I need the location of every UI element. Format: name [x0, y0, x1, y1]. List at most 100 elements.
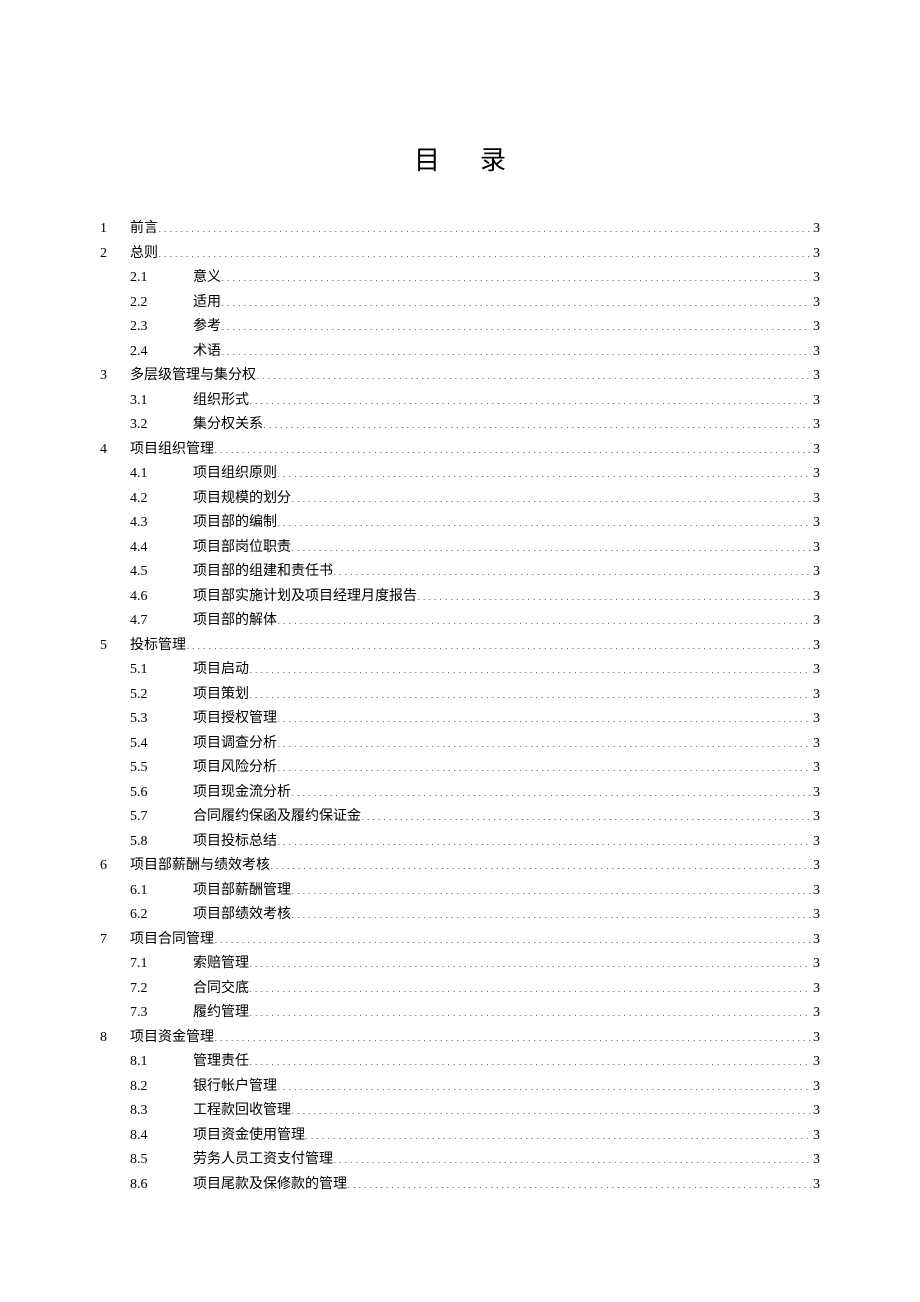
toc-subsection-number: 4.2 — [130, 487, 193, 512]
toc-entry-title: 项目部的组建和责任书 — [193, 560, 333, 585]
toc-page-number: 3 — [811, 683, 820, 708]
toc-leader-dots — [214, 1027, 811, 1041]
toc-leader-dots — [221, 341, 811, 355]
toc-entry-title: 项目授权管理 — [193, 707, 277, 732]
toc-section-number: 1 — [100, 217, 130, 242]
toc-leader-dots — [249, 659, 811, 673]
toc-entry: 6.2项目部绩效考核3 — [100, 903, 820, 928]
toc-entry-title: 适用 — [193, 291, 221, 316]
toc-entry: 5.2项目策划3 — [100, 683, 820, 708]
toc-page-number: 3 — [811, 1026, 820, 1051]
toc-leader-dots — [158, 243, 811, 257]
toc-entry-title: 投标管理 — [130, 634, 186, 659]
toc-page-number: 3 — [811, 217, 820, 242]
toc-page-number: 3 — [811, 266, 820, 291]
toc-entry: 6.1项目部薪酬管理3 — [100, 879, 820, 904]
toc-entry-title: 项目部实施计划及项目经理月度报告 — [193, 585, 417, 610]
toc-entry-title: 项目投标总结 — [193, 830, 277, 855]
toc-entry-title: 银行帐户管理 — [193, 1075, 277, 1100]
toc-entry: 8.4项目资金使用管理 3 — [100, 1124, 820, 1149]
toc-section-number: 4 — [100, 438, 130, 463]
toc-entry-title: 项目部的编制 — [193, 511, 277, 536]
toc-page-number: 3 — [811, 658, 820, 683]
toc-page-number: 3 — [811, 732, 820, 757]
toc-subsection-number: 8.4 — [130, 1124, 193, 1149]
toc-leader-dots — [277, 1076, 811, 1090]
toc-page-number: 3 — [811, 511, 820, 536]
toc-subsection-number: 6.2 — [130, 903, 193, 928]
toc-entry: 4.5项目部的组建和责任书3 — [100, 560, 820, 585]
toc-page-number: 3 — [811, 560, 820, 585]
toc-page-number: 3 — [811, 389, 820, 414]
toc-leader-dots — [270, 855, 811, 869]
toc-leader-dots — [186, 635, 811, 649]
toc-leader-dots — [347, 1174, 811, 1188]
toc-page-number: 3 — [811, 707, 820, 732]
toc-leader-dots — [249, 953, 811, 967]
toc-entry: 5.4项目调查分析3 — [100, 732, 820, 757]
toc-leader-dots — [256, 365, 811, 379]
toc-page-number: 3 — [811, 242, 820, 267]
toc-page-number: 3 — [811, 1075, 820, 1100]
toc-subsection-number: 2.3 — [130, 315, 193, 340]
toc-entry: 4.7项目部的解体3 — [100, 609, 820, 634]
toc-entry-title: 合同交底 — [193, 977, 249, 1002]
toc-leader-dots — [291, 537, 811, 551]
toc-subsection-number: 5.3 — [130, 707, 193, 732]
toc-entry-title: 集分权关系 — [193, 413, 263, 438]
toc-entry-title: 项目组织原则 — [193, 462, 277, 487]
toc-page-number: 3 — [811, 1124, 820, 1149]
toc-leader-dots — [249, 684, 811, 698]
toc-entry: 7.1索赔管理3 — [100, 952, 820, 977]
toc-entry-title: 索赔管理 — [193, 952, 249, 977]
toc-page-number: 3 — [811, 438, 820, 463]
toc-entry: 2.1意义3 — [100, 266, 820, 291]
toc-entry: 2.4术语3 — [100, 340, 820, 365]
toc-leader-dots — [221, 292, 811, 306]
toc-subsection-number: 4.7 — [130, 609, 193, 634]
toc-entry-title: 项目启动 — [193, 658, 249, 683]
toc-entry: 4.3项目部的编制3 — [100, 511, 820, 536]
toc-leader-dots — [249, 1051, 811, 1065]
toc-section-number: 7 — [100, 928, 130, 953]
toc-leader-dots — [221, 267, 811, 281]
toc-entry: 2.2适用3 — [100, 291, 820, 316]
toc-entry-title: 前言 — [130, 217, 158, 242]
toc-subsection-number: 4.6 — [130, 585, 193, 610]
toc-entry-title: 合同履约保函及履约保证金 — [193, 805, 361, 830]
toc-entry: 7项目合同管理 3 — [100, 928, 820, 953]
toc-entry: 8.6项目尾款及保修款的管理3 — [100, 1173, 820, 1198]
toc-entry-title: 履约管理 — [193, 1001, 249, 1026]
toc-leader-dots — [158, 218, 811, 232]
toc-entry: 6项目部薪酬与绩效考核 3 — [100, 854, 820, 879]
toc-subsection-number: 3.1 — [130, 389, 193, 414]
toc-leader-dots — [221, 316, 811, 330]
toc-entry-title: 参考 — [193, 315, 221, 340]
toc-page-number: 3 — [811, 291, 820, 316]
toc-subsection-number: 6.1 — [130, 879, 193, 904]
toc-entry: 4.4项目部岗位职责3 — [100, 536, 820, 561]
toc-subsection-number: 4.4 — [130, 536, 193, 561]
toc-leader-dots — [277, 512, 811, 526]
toc-subsection-number: 2.4 — [130, 340, 193, 365]
toc-entry: 5.5项目风险分析3 — [100, 756, 820, 781]
toc-leader-dots — [333, 561, 811, 575]
toc-subsection-number: 5.5 — [130, 756, 193, 781]
toc-leader-dots — [361, 806, 811, 820]
toc-section-number: 2 — [100, 242, 130, 267]
toc-page-number: 3 — [811, 830, 820, 855]
toc-entry-title: 项目资金使用管理 — [193, 1124, 305, 1149]
toc-subsection-number: 7.3 — [130, 1001, 193, 1026]
toc-entry: 1前言 3 — [100, 217, 820, 242]
toc-entry: 5.3项目授权管理 3 — [100, 707, 820, 732]
toc-entry-title: 工程款回收管理 — [193, 1099, 291, 1124]
toc-leader-dots — [249, 1002, 811, 1016]
toc-entry-title: 项目组织管理 — [130, 438, 214, 463]
toc-entry-title: 项目策划 — [193, 683, 249, 708]
toc-entry-title: 意义 — [193, 266, 221, 291]
toc-page-number: 3 — [811, 977, 820, 1002]
toc-entry: 4项目组织管理 3 — [100, 438, 820, 463]
toc-leader-dots — [249, 390, 811, 404]
toc-page-number: 3 — [811, 781, 820, 806]
toc-entry: 8.2银行帐户管理3 — [100, 1075, 820, 1100]
